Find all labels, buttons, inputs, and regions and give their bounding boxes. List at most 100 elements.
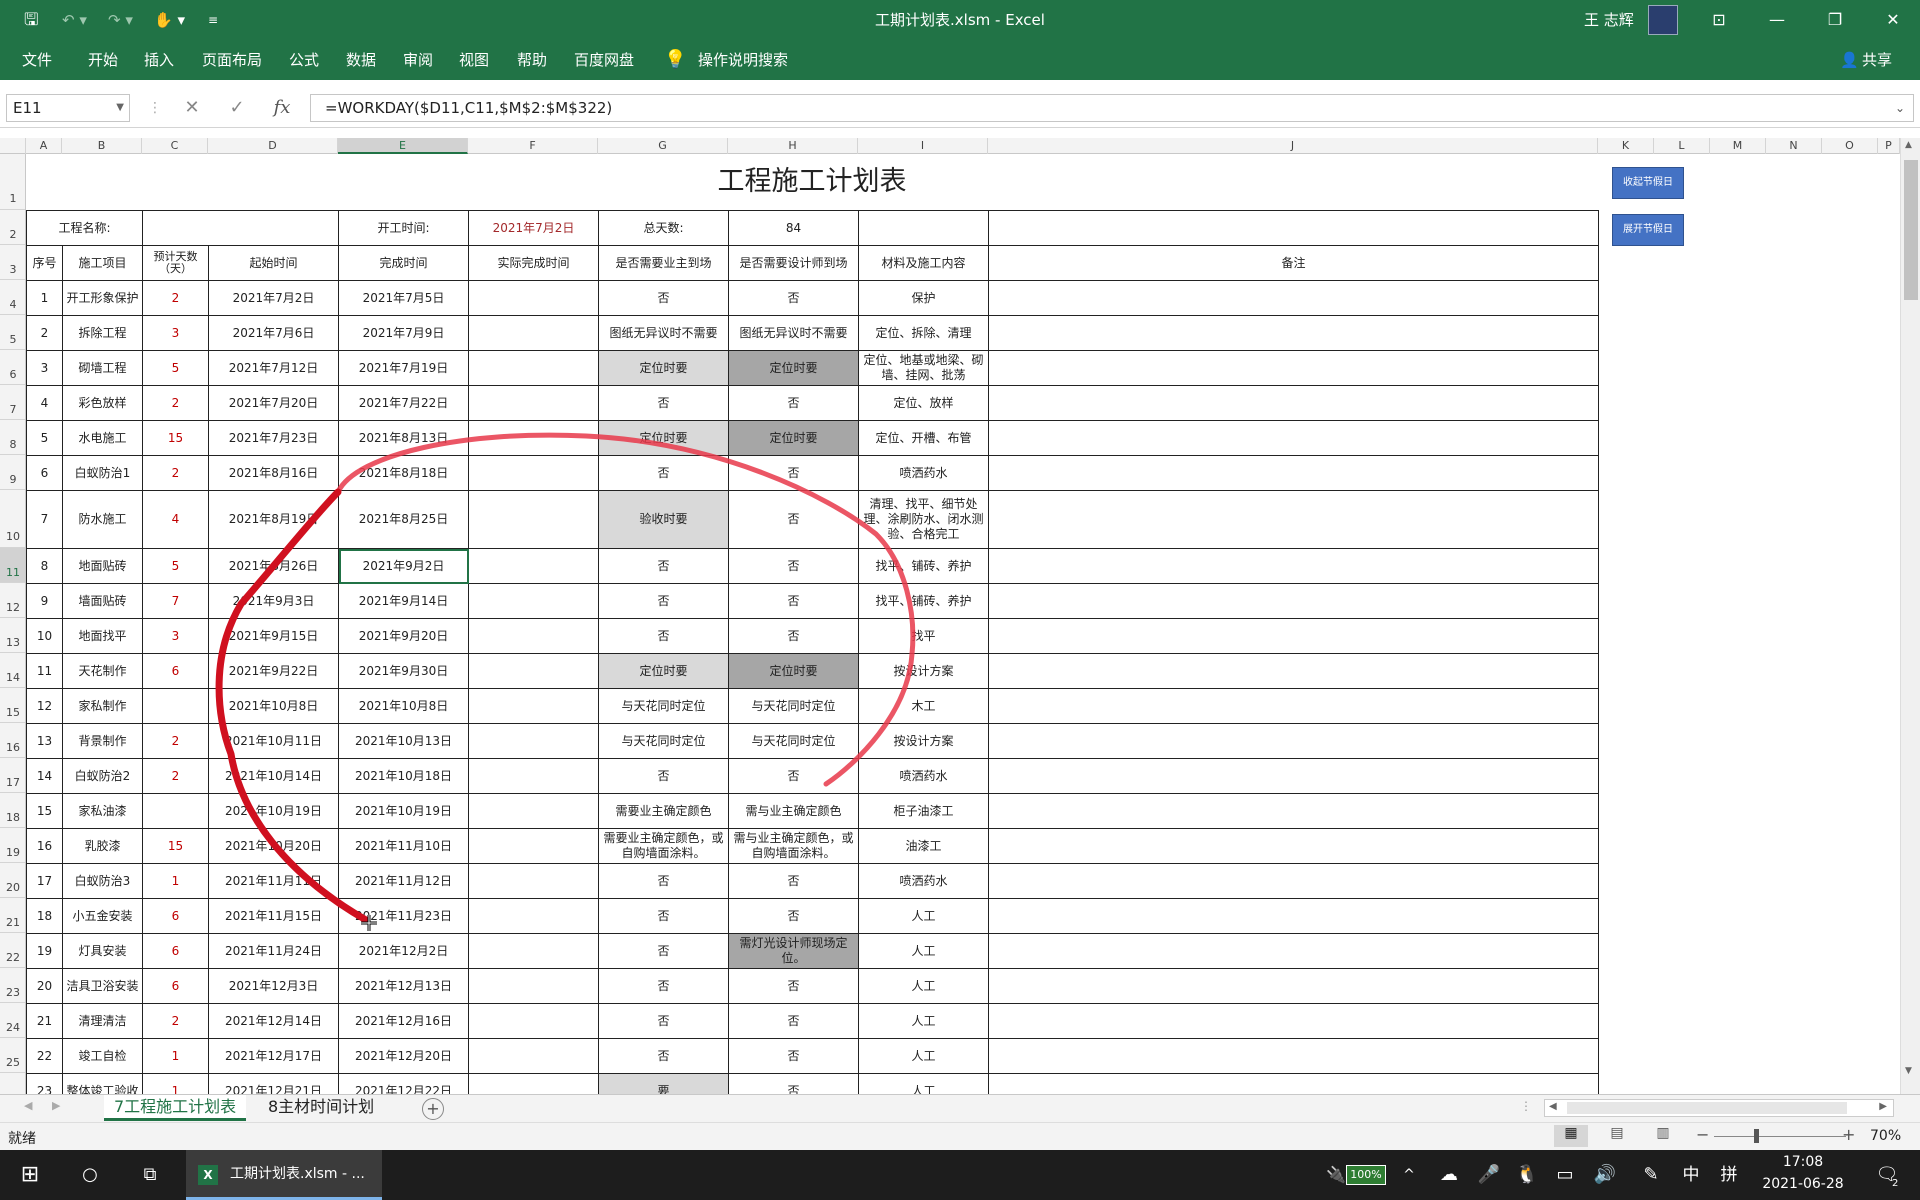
table-cell[interactable] bbox=[988, 968, 1599, 1004]
table-cell[interactable] bbox=[468, 315, 599, 351]
expand-holidays-button[interactable]: 展开节假日 bbox=[1612, 214, 1684, 246]
table-cell[interactable]: 8 bbox=[26, 548, 63, 584]
table-cell[interactable]: 3 bbox=[26, 350, 63, 386]
table-cell[interactable]: 地面找平 bbox=[62, 618, 143, 654]
scroll-down-icon[interactable]: ▼ bbox=[1905, 1066, 1912, 1076]
row-header[interactable]: 21 bbox=[0, 898, 25, 933]
table-cell[interactable] bbox=[988, 420, 1599, 456]
table-cell[interactable]: 定位、放样 bbox=[858, 385, 989, 421]
column-header[interactable]: I bbox=[858, 138, 988, 154]
battery-indicator[interactable]: 100% bbox=[1346, 1165, 1386, 1185]
table-cell[interactable] bbox=[988, 688, 1599, 724]
ribbon-display-icon[interactable]: ⊡ bbox=[1696, 0, 1742, 40]
header-cell[interactable]: 是否需要设计师到场 bbox=[728, 245, 859, 281]
table-cell[interactable]: 6 bbox=[26, 455, 63, 491]
page-break-view-icon[interactable]: ▥ bbox=[1648, 1125, 1678, 1147]
row-header[interactable]: 1 bbox=[0, 154, 25, 210]
table-cell[interactable] bbox=[468, 653, 599, 689]
zoom-out-icon[interactable]: − bbox=[1696, 1125, 1709, 1144]
row-header[interactable]: 18 bbox=[0, 793, 25, 828]
info-blank[interactable] bbox=[988, 210, 1599, 246]
table-cell[interactable]: 定位时要 bbox=[598, 350, 729, 386]
table-cell[interactable] bbox=[468, 933, 599, 969]
table-cell[interactable]: 柜子油漆工 bbox=[858, 793, 989, 829]
table-cell[interactable]: 需与业主确定颜色 bbox=[728, 793, 859, 829]
table-cell[interactable]: 6 bbox=[142, 933, 209, 969]
ime-mode[interactable]: 拼 bbox=[1714, 1150, 1744, 1200]
enter-icon[interactable]: ✓ bbox=[222, 94, 252, 122]
table-cell[interactable]: 清理清洁 bbox=[62, 1003, 143, 1039]
table-cell[interactable]: 验收时要 bbox=[598, 490, 729, 549]
table-cell[interactable] bbox=[988, 863, 1599, 899]
table-cell[interactable]: 人工 bbox=[858, 898, 989, 934]
table-cell[interactable]: 否 bbox=[728, 968, 859, 1004]
row-header[interactable]: 12 bbox=[0, 583, 25, 618]
table-cell[interactable]: 定位时要 bbox=[728, 653, 859, 689]
table-cell[interactable]: 需要业主确定颜色 bbox=[598, 793, 729, 829]
table-cell[interactable]: 21 bbox=[26, 1003, 63, 1039]
table-cell[interactable]: 2021年8月18日 bbox=[338, 455, 469, 491]
table-cell[interactable]: 2021年12月21日 bbox=[208, 1073, 339, 1094]
column-header[interactable]: J bbox=[988, 138, 1598, 154]
close-icon[interactable]: ✕ bbox=[1870, 0, 1916, 40]
table-cell[interactable]: 否 bbox=[598, 385, 729, 421]
table-cell[interactable]: 图纸无异议时不需要 bbox=[598, 315, 729, 351]
vertical-scrollbar[interactable]: ▲ ▼ bbox=[1900, 138, 1920, 1094]
table-cell[interactable]: 要 bbox=[598, 1073, 729, 1094]
table-cell[interactable]: 2021年8月26日 bbox=[208, 548, 339, 584]
table-cell[interactable]: 2021年8月19日 bbox=[208, 490, 339, 549]
zoom-level[interactable]: 70% bbox=[1870, 1128, 1901, 1144]
table-cell[interactable]: 定位、拆除、清理 bbox=[858, 315, 989, 351]
name-box[interactable]: E11 ▼ bbox=[6, 94, 130, 122]
select-all-corner[interactable] bbox=[0, 138, 26, 154]
table-cell[interactable]: 2021年11月15日 bbox=[208, 898, 339, 934]
table-cell[interactable]: 否 bbox=[598, 1003, 729, 1039]
column-header[interactable]: K bbox=[1598, 138, 1654, 154]
table-cell[interactable]: 水电施工 bbox=[62, 420, 143, 456]
tab-file[interactable]: 文件 bbox=[22, 40, 52, 80]
table-cell[interactable]: 否 bbox=[598, 280, 729, 316]
battery-icon[interactable]: ▭ bbox=[1550, 1150, 1580, 1200]
table-cell[interactable]: 2 bbox=[142, 758, 209, 794]
start-date-value[interactable]: 2021年7月2日 bbox=[468, 210, 599, 246]
notification-icon[interactable]: 🗨 bbox=[1872, 1150, 1902, 1200]
table-cell[interactable]: 15 bbox=[142, 828, 209, 864]
table-cell[interactable]: 否 bbox=[598, 968, 729, 1004]
table-cell[interactable]: 洁具卫浴安装 bbox=[62, 968, 143, 1004]
table-cell[interactable]: 定位时要 bbox=[598, 420, 729, 456]
table-cell[interactable]: 2 bbox=[142, 280, 209, 316]
table-cell[interactable]: 5 bbox=[142, 548, 209, 584]
table-cell[interactable]: 22 bbox=[26, 1038, 63, 1074]
table-cell[interactable]: 2 bbox=[26, 315, 63, 351]
table-cell[interactable]: 1 bbox=[26, 280, 63, 316]
total-days-label[interactable]: 总天数: bbox=[598, 210, 729, 246]
clock-date[interactable]: 2021-06-28 bbox=[1758, 1176, 1848, 1192]
table-cell[interactable]: 2021年7月9日 bbox=[338, 315, 469, 351]
table-cell[interactable]: 否 bbox=[598, 548, 729, 584]
table-cell[interactable]: 5 bbox=[26, 420, 63, 456]
table-cell[interactable] bbox=[988, 758, 1599, 794]
table-cell[interactable]: 灯具安装 bbox=[62, 933, 143, 969]
table-cell[interactable] bbox=[988, 723, 1599, 759]
table-cell[interactable]: 15 bbox=[26, 793, 63, 829]
chevron-up-icon[interactable]: ^ bbox=[1396, 1150, 1422, 1200]
row-header[interactable]: 13 bbox=[0, 618, 25, 653]
row-header[interactable]: 22 bbox=[0, 933, 25, 968]
table-cell[interactable]: 天花制作 bbox=[62, 653, 143, 689]
table-cell[interactable]: 否 bbox=[728, 618, 859, 654]
scroll-left-icon[interactable]: ◀ bbox=[1549, 1101, 1557, 1112]
row-header[interactable]: 15 bbox=[0, 688, 25, 723]
header-cell[interactable]: 备注 bbox=[988, 245, 1599, 281]
tab-review[interactable]: 审阅 bbox=[403, 40, 433, 80]
table-cell[interactable] bbox=[988, 350, 1599, 386]
table-cell[interactable]: 否 bbox=[598, 618, 729, 654]
table-cell[interactable]: 2021年12月17日 bbox=[208, 1038, 339, 1074]
volume-icon[interactable]: 🔊 bbox=[1590, 1150, 1620, 1200]
table-cell[interactable] bbox=[468, 863, 599, 899]
expand-formula-icon[interactable]: ⌄ bbox=[1895, 95, 1905, 121]
table-cell[interactable]: 拆除工程 bbox=[62, 315, 143, 351]
table-cell[interactable]: 人工 bbox=[858, 1003, 989, 1039]
table-cell[interactable]: 17 bbox=[26, 863, 63, 899]
table-cell[interactable]: 砌墙工程 bbox=[62, 350, 143, 386]
row-header[interactable]: 2 bbox=[0, 210, 25, 245]
